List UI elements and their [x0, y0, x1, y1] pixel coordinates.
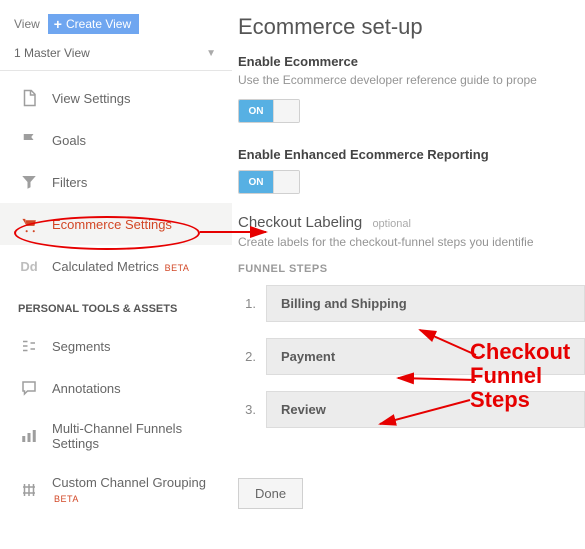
flag-icon	[20, 131, 38, 149]
page-title: Ecommerce set-up	[238, 14, 585, 40]
nav-label: Calculated Metrics	[52, 259, 159, 274]
channels-icon	[20, 481, 38, 499]
enable-ecommerce-help: Use the Ecommerce developer reference gu…	[238, 73, 585, 87]
nav-label: Goals	[52, 133, 86, 148]
bars-icon	[20, 427, 38, 445]
checkout-help: Create labels for the checkout-funnel st…	[238, 235, 585, 249]
step-number: 2.	[238, 349, 266, 364]
cart-icon	[20, 215, 38, 233]
toggle-off-side	[273, 171, 299, 193]
step-number: 1.	[238, 296, 266, 311]
tool-label: Annotations	[52, 381, 121, 396]
enable-enhanced-heading: Enable Enhanced Ecommerce Reporting	[238, 147, 585, 162]
main-content: Ecommerce set-up Enable Ecommerce Use th…	[232, 0, 585, 517]
funnel-step-2: 2. Payment	[238, 338, 585, 375]
tool-custom-channel[interactable]: Custom Channel Grouping BETA	[0, 463, 232, 517]
enable-enhanced-toggle[interactable]: ON	[238, 170, 300, 194]
section-title: PERSONAL TOOLS & ASSETS	[0, 287, 232, 325]
step-input[interactable]: Payment	[266, 338, 585, 375]
optional-label: optional	[372, 218, 411, 230]
master-view-dropdown[interactable]: 1 Master View ▼	[0, 40, 232, 71]
tool-mcf-settings[interactable]: Multi-Channel Funnels Settings	[0, 409, 232, 463]
segments-icon	[20, 337, 38, 355]
nav-goals[interactable]: Goals	[0, 119, 232, 161]
checkout-labeling-heading: Checkout Labeling optional	[238, 214, 585, 231]
master-view-label: 1 Master View	[14, 46, 90, 60]
view-topbar: View + Create View	[0, 8, 232, 40]
funnel-icon	[20, 173, 38, 191]
nav-label: View Settings	[52, 91, 131, 106]
tool-segments[interactable]: Segments	[0, 325, 232, 367]
chat-icon	[20, 379, 38, 397]
toggle-on-label: ON	[239, 100, 273, 122]
step-input[interactable]: Review	[266, 391, 585, 428]
step-input[interactable]: Billing and Shipping	[266, 285, 585, 322]
plus-icon: +	[54, 17, 62, 31]
chevron-down-icon: ▼	[206, 48, 216, 59]
checkout-title: Checkout Labeling	[238, 214, 362, 231]
funnel-steps-label: FUNNEL STEPS	[238, 263, 585, 275]
step-number: 3.	[238, 402, 266, 417]
toggle-on-label: ON	[239, 171, 273, 193]
create-view-label: Create View	[66, 17, 131, 31]
nav-list: View Settings Goals Filters Ecommerce Se…	[0, 71, 232, 287]
nav-label: Filters	[52, 175, 87, 190]
sidebar: View + Create View 1 Master View ▼ View …	[0, 0, 232, 517]
dd-icon: Dd	[20, 257, 38, 275]
enable-ecommerce-toggle[interactable]: ON	[238, 99, 300, 123]
nav-view-settings[interactable]: View Settings	[0, 77, 232, 119]
beta-badge: BETA	[165, 263, 190, 273]
nav-filters[interactable]: Filters	[0, 161, 232, 203]
view-label: View	[14, 17, 40, 31]
funnel-step-1: 1. Billing and Shipping	[238, 285, 585, 322]
nav-calculated-metrics[interactable]: Dd Calculated Metrics BETA	[0, 245, 232, 287]
tool-label: Custom Channel Grouping	[52, 475, 206, 490]
nav-label: Ecommerce Settings	[52, 217, 172, 232]
tool-label: Multi-Channel Funnels Settings	[52, 421, 192, 451]
tools-list: Segments Annotations Multi-Channel Funne…	[0, 325, 232, 517]
toggle-off-side	[273, 100, 299, 122]
nav-ecommerce-settings[interactable]: Ecommerce Settings	[0, 203, 232, 245]
done-button[interactable]: Done	[238, 478, 303, 509]
create-view-button[interactable]: + Create View	[48, 14, 139, 34]
document-icon	[20, 89, 38, 107]
enable-ecommerce-heading: Enable Ecommerce	[238, 54, 585, 69]
beta-badge: BETA	[54, 494, 79, 504]
tool-annotations[interactable]: Annotations	[0, 367, 232, 409]
tool-label: Segments	[52, 339, 111, 354]
funnel-step-3: 3. Review	[238, 391, 585, 428]
